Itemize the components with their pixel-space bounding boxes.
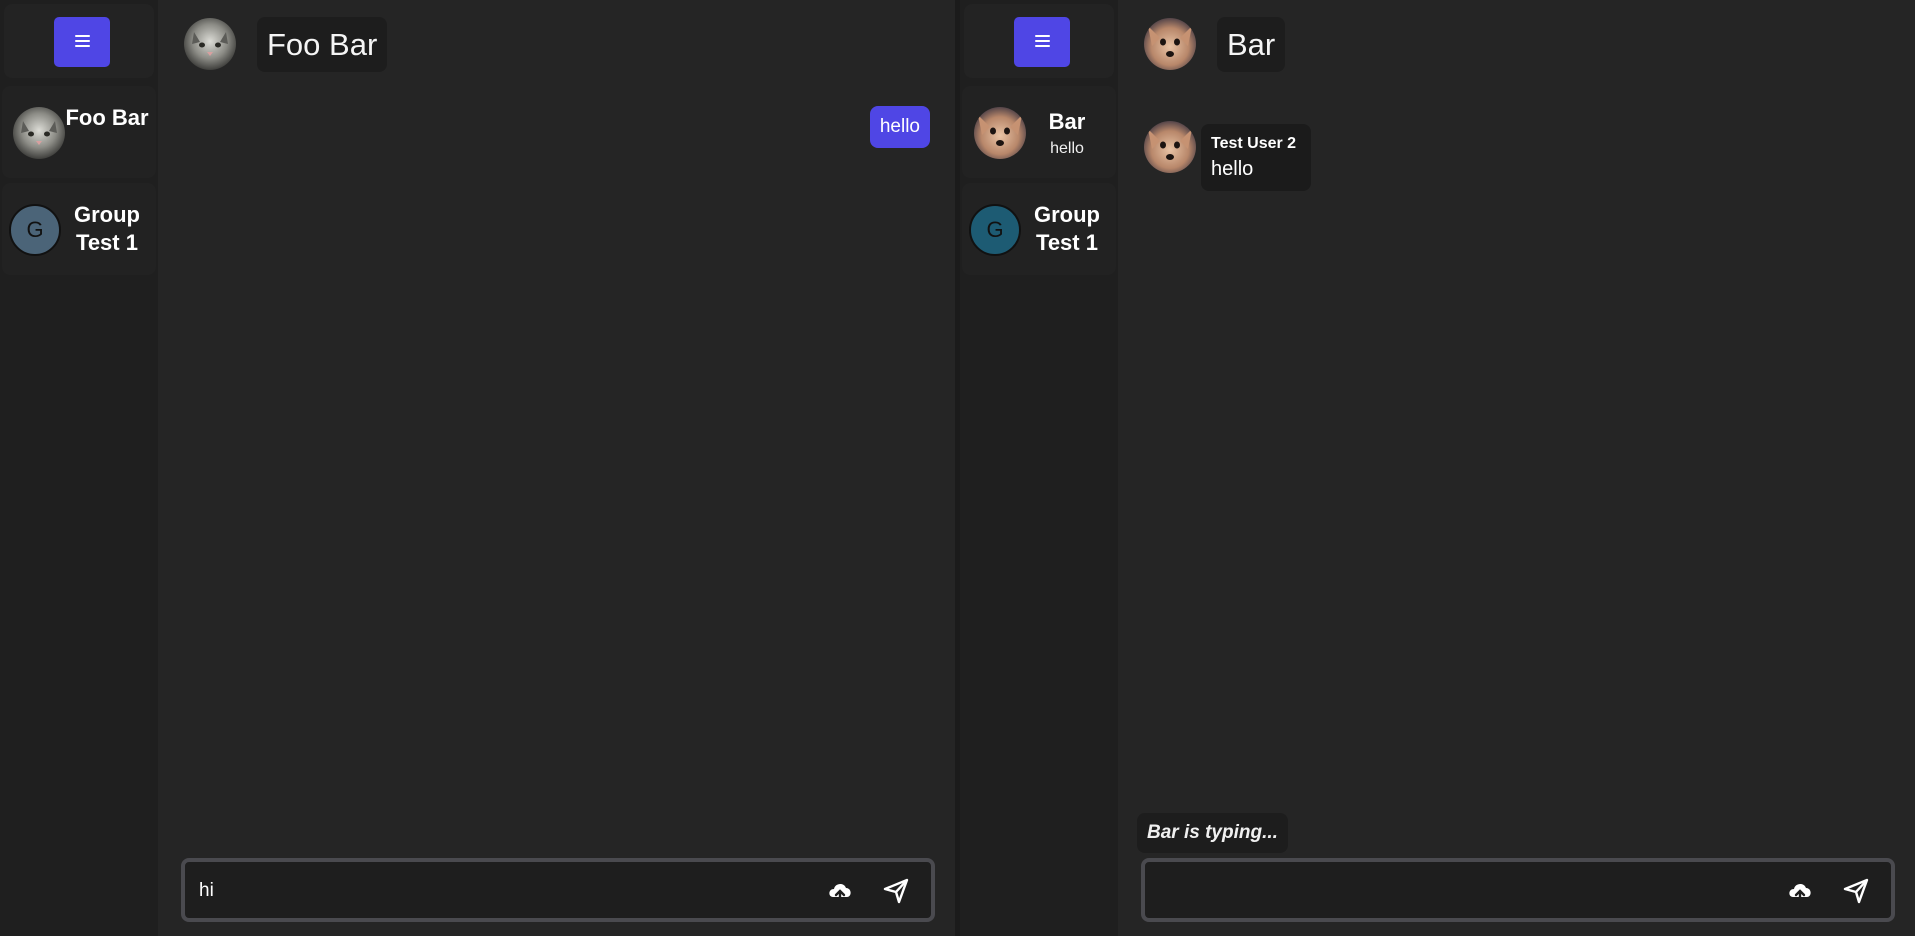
chat-item-bar[interactable]: Bar hello bbox=[962, 86, 1116, 178]
dog-avatar bbox=[974, 107, 1026, 159]
chat-item-group-test-1[interactable]: G Group Test 1 bbox=[962, 183, 1116, 275]
message-input[interactable] bbox=[1157, 876, 1721, 906]
chat-sidebar: Foo Bar G Group Test 1 bbox=[0, 0, 158, 936]
menu-button[interactable] bbox=[54, 17, 110, 67]
chat-item-name: Group Test 1 bbox=[74, 202, 140, 255]
right-chat-window: Bar hello G Group Test 1 Bar Test User 2… bbox=[960, 0, 1915, 936]
cloud-upload-icon[interactable] bbox=[1785, 876, 1815, 906]
chat-item-foo-bar[interactable]: Foo Bar bbox=[2, 86, 156, 178]
hamburger-menu-icon bbox=[75, 35, 90, 48]
chat-item-preview: hello bbox=[1050, 140, 1084, 157]
chat-title: Foo Bar bbox=[257, 17, 388, 72]
chat-sidebar: Bar hello G Group Test 1 bbox=[960, 0, 1118, 936]
message-input[interactable] bbox=[197, 876, 761, 906]
send-icon[interactable] bbox=[881, 876, 911, 906]
chat-item-name: Group Test 1 bbox=[1034, 202, 1100, 255]
incoming-message: Test User 2 hello bbox=[1201, 124, 1311, 191]
message-composer bbox=[181, 858, 935, 922]
left-chat-window: Foo Bar G Group Test 1 Foo Bar hello bbox=[0, 0, 955, 936]
typing-indicator: Bar is typing... bbox=[1137, 813, 1288, 853]
group-avatar: G bbox=[9, 204, 61, 256]
dog-avatar bbox=[1144, 18, 1196, 70]
sender-avatar bbox=[1144, 121, 1196, 173]
chat-title: Bar bbox=[1217, 17, 1286, 72]
cloud-upload-icon[interactable] bbox=[825, 876, 855, 906]
chat-item-name: Foo Bar bbox=[65, 105, 149, 130]
chat-item-name: Bar bbox=[1048, 109, 1086, 134]
outgoing-message: hello bbox=[869, 106, 930, 148]
chat-item-group-test-1[interactable]: G Group Test 1 bbox=[2, 183, 156, 275]
message-composer bbox=[1141, 858, 1895, 922]
send-icon[interactable] bbox=[1841, 876, 1871, 906]
menu-container bbox=[964, 4, 1114, 78]
cat-avatar bbox=[184, 18, 236, 70]
hamburger-menu-icon bbox=[1035, 35, 1050, 48]
dog-avatar bbox=[1144, 121, 1196, 173]
header-avatar bbox=[184, 18, 236, 70]
menu-button[interactable] bbox=[1014, 17, 1070, 67]
header-avatar bbox=[1144, 18, 1196, 70]
message-text: hello bbox=[1211, 158, 1254, 180]
message-sender: Test User 2 bbox=[1211, 135, 1297, 152]
group-avatar: G bbox=[969, 204, 1021, 256]
menu-container bbox=[4, 4, 154, 78]
cat-avatar bbox=[13, 107, 65, 159]
